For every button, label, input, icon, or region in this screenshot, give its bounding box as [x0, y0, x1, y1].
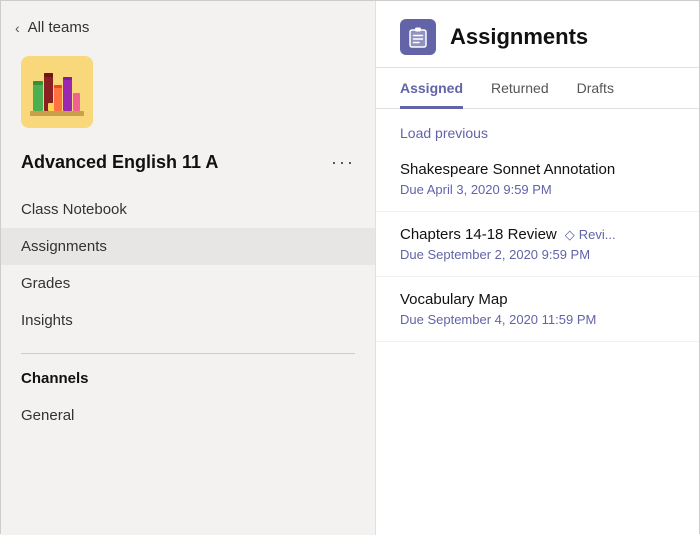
sidebar-item-general[interactable]: General [1, 397, 375, 434]
sidebar-item-assignments[interactable]: Assignments [1, 228, 375, 265]
panel-header: Assignments [376, 1, 699, 68]
sidebar-item-insights[interactable]: Insights [1, 302, 375, 339]
team-icon [21, 56, 93, 128]
diamond-icon: ◇ [565, 227, 575, 243]
assignment-title-row: Shakespeare Sonnet Annotation [400, 161, 675, 178]
nav-items: Class Notebook Assignments Grades Insigh… [1, 191, 375, 339]
back-label: All teams [28, 19, 90, 36]
panel-title: Assignments [450, 24, 588, 50]
tabs-bar: Assigned Returned Drafts [376, 68, 699, 109]
list-item[interactable]: Shakespeare Sonnet Annotation Due April … [376, 147, 699, 212]
channels-label: Channels [1, 368, 375, 397]
badge-label: Revi... [579, 227, 616, 242]
assignments-list: Shakespeare Sonnet Annotation Due April … [376, 147, 699, 535]
assignment-name: Shakespeare Sonnet Annotation [400, 161, 615, 178]
tab-drafts[interactable]: Drafts [577, 68, 614, 109]
divider [21, 353, 355, 354]
back-nav[interactable]: ‹ All teams [1, 1, 375, 46]
assignment-due: Due September 4, 2020 11:59 PM [400, 312, 675, 327]
list-item[interactable]: Chapters 14-18 Review ◇ Revi... Due Sept… [376, 212, 699, 277]
team-name-row: Advanced English 11 A ··· [1, 142, 375, 177]
assignment-name: Vocabulary Map [400, 291, 508, 308]
assignments-app-icon [400, 19, 436, 55]
back-arrow-icon: ‹ [15, 20, 20, 36]
tab-assigned[interactable]: Assigned [400, 68, 463, 109]
load-previous-button[interactable]: Load previous [376, 109, 699, 147]
team-name: Advanced English 11 A [21, 152, 218, 173]
main-panel: Assignments Assigned Returned Drafts Loa… [376, 1, 699, 535]
assignment-due: Due April 3, 2020 9:59 PM [400, 182, 675, 197]
sidebar: ‹ All teams [1, 1, 376, 535]
assignment-name: Chapters 14-18 Review [400, 226, 557, 243]
review-badge: ◇ Revi... [565, 227, 616, 243]
more-options-button[interactable]: ··· [331, 152, 355, 173]
sidebar-item-grades[interactable]: Grades [1, 265, 375, 302]
assignment-title-row: Vocabulary Map [400, 291, 675, 308]
assignment-title-row: Chapters 14-18 Review ◇ Revi... [400, 226, 675, 243]
list-item[interactable]: Vocabulary Map Due September 4, 2020 11:… [376, 277, 699, 342]
clipboard-icon [407, 26, 429, 48]
sidebar-item-class-notebook[interactable]: Class Notebook [1, 191, 375, 228]
assignment-due: Due September 2, 2020 9:59 PM [400, 247, 675, 262]
team-icon-area [1, 46, 375, 142]
tab-returned[interactable]: Returned [491, 68, 549, 109]
books-illustration-icon [28, 63, 86, 121]
